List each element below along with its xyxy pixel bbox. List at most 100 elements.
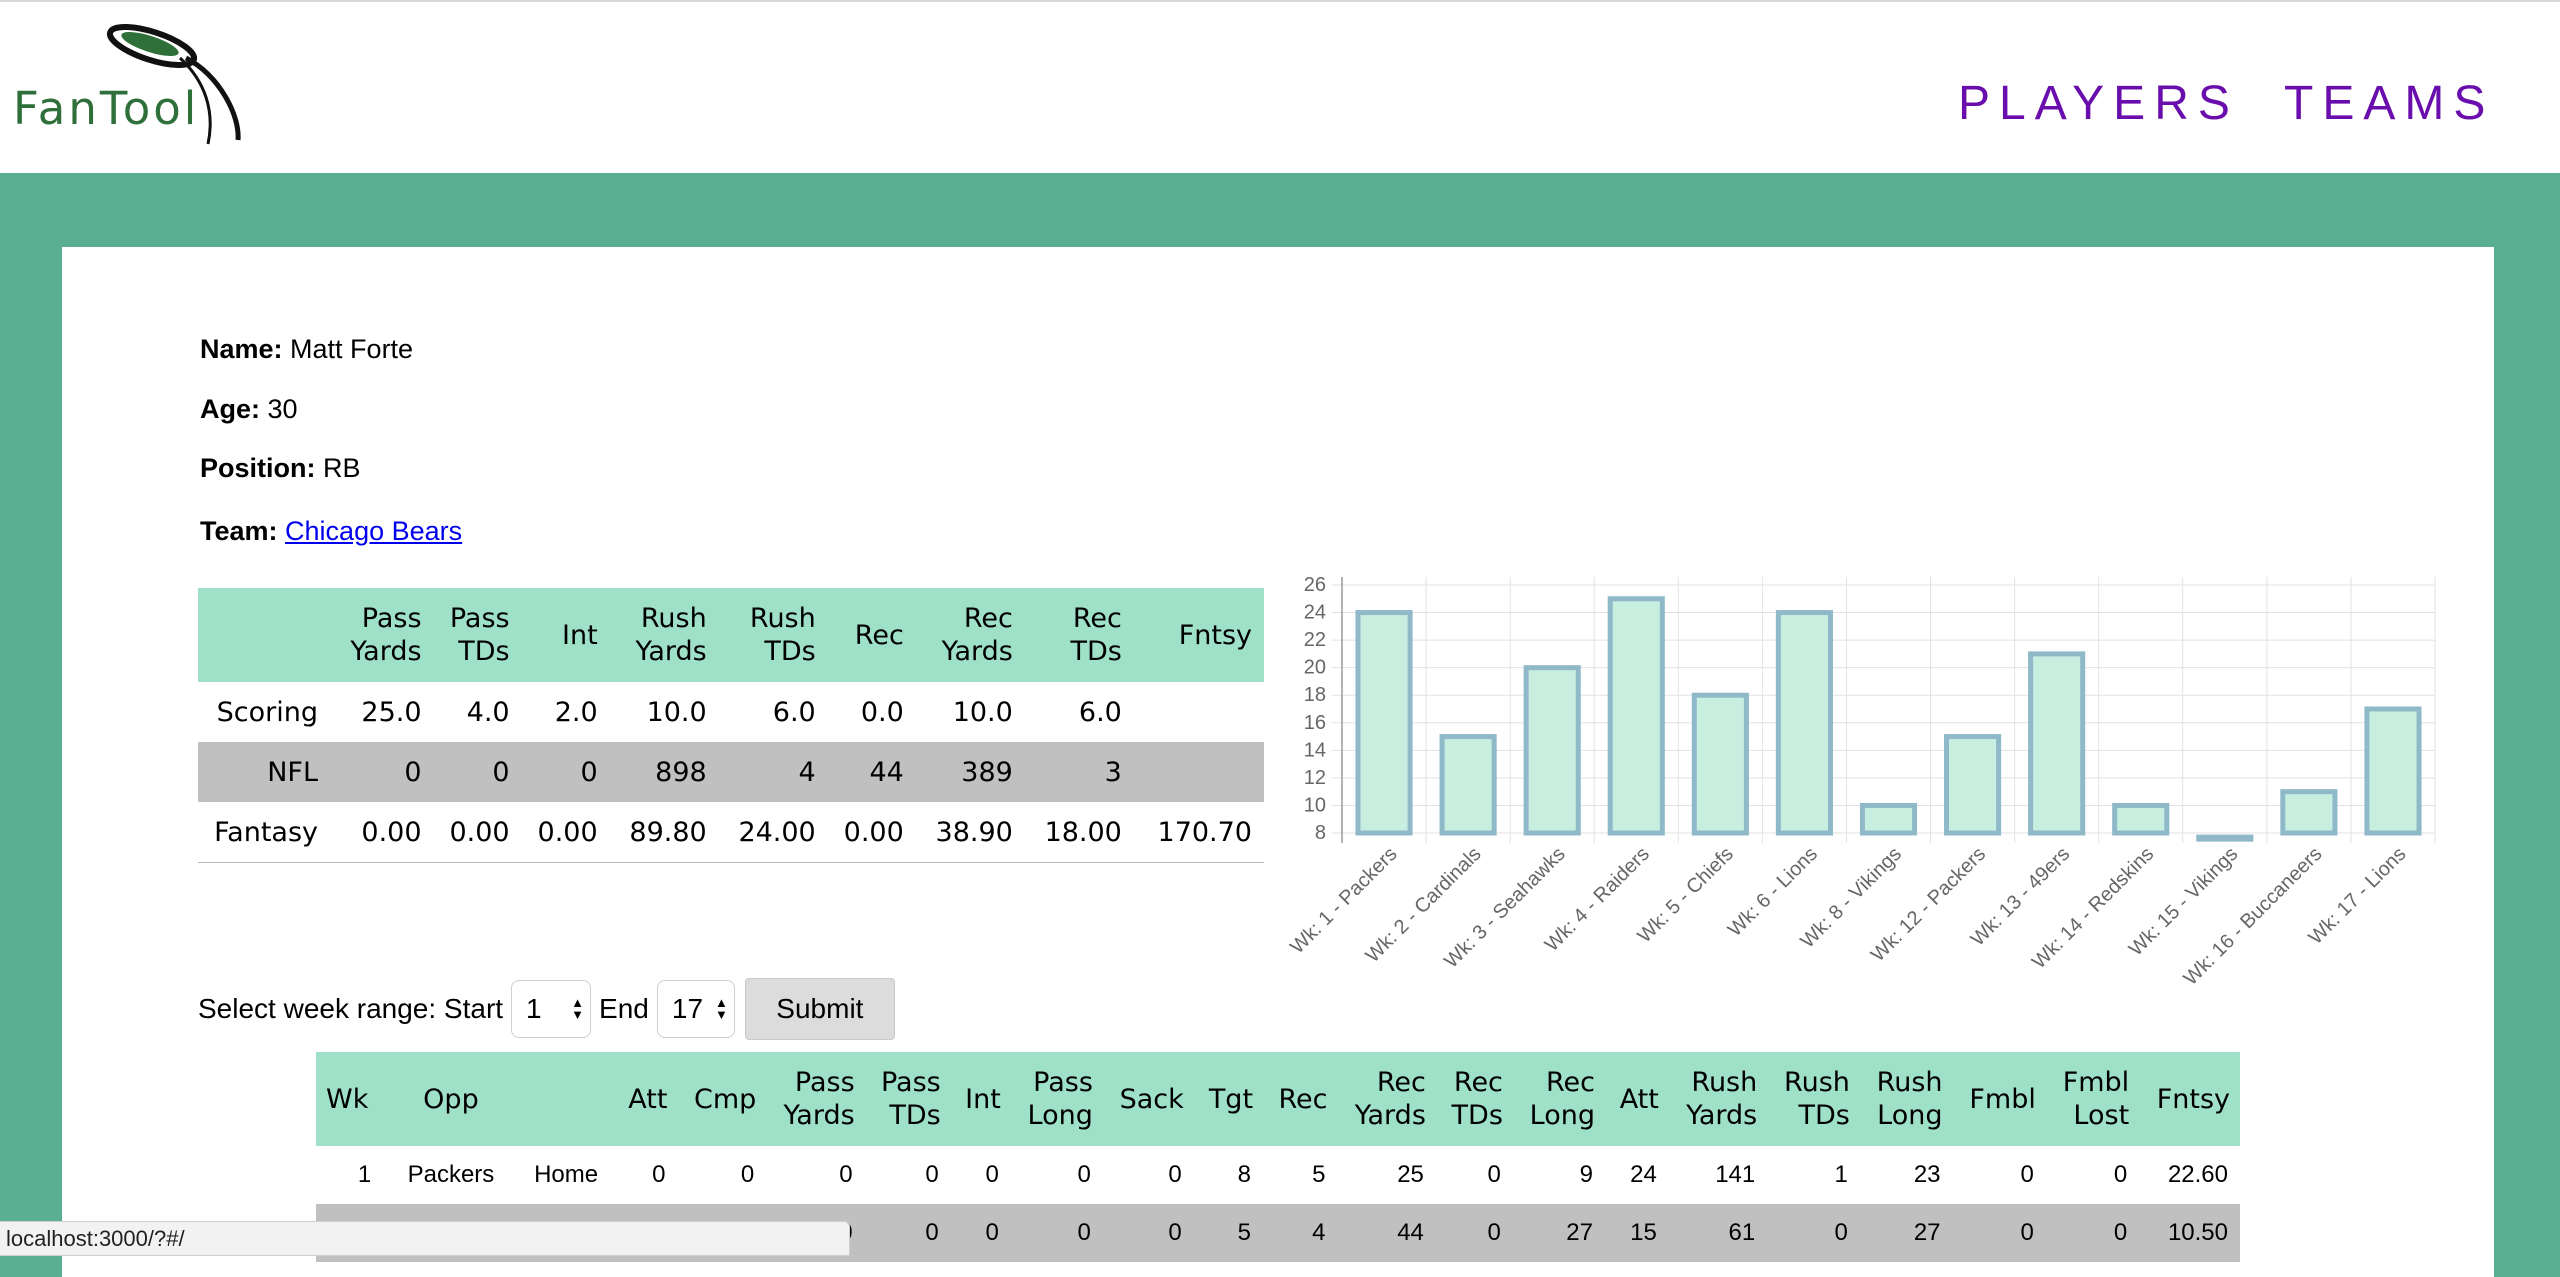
summary-cell: 2.0	[554, 696, 598, 728]
weekly-header-cell: Rec Yards	[1337, 1052, 1436, 1146]
chart-bar[interactable]	[2280, 789, 2338, 836]
summary-header-row: Pass Yards Pass TDs Int Rush Yards Rush TDs …	[198, 588, 1264, 682]
chart-bar[interactable]	[1691, 692, 1749, 836]
summary-header-cell: Int	[521, 588, 610, 682]
weekly-header-cell: Rec	[1263, 1052, 1338, 1146]
weekly-cell: 0	[1487, 1161, 1501, 1188]
weekly-cell: 0	[864, 1204, 951, 1262]
weekly-header-cell: Rush Yards	[1668, 1052, 1768, 1146]
chart-bar[interactable]	[2028, 651, 2086, 836]
start-week-value: 1	[526, 993, 542, 1024]
weekly-cell: 0	[2113, 1161, 2128, 1188]
summary-header-cell	[198, 588, 332, 682]
summary-cell: 24.00	[718, 802, 828, 863]
chart-bar[interactable]	[1859, 802, 1918, 836]
summary-cell: 25.0	[361, 696, 422, 728]
week-range-form: Select week range: Start 1 ▲ ▼ End 17 ▲ ▼ …	[198, 978, 895, 1040]
weekly-cell: 23	[1913, 1161, 1941, 1188]
weekly-cell: 0	[1168, 1161, 1182, 1188]
y-tick-label: 16	[1304, 712, 1326, 734]
select-arrows-icon: ▲ ▼	[571, 995, 585, 1022]
weekly-header-cell: Att	[613, 1052, 678, 1146]
nav-players-link[interactable]: PLAYERS	[1958, 76, 2239, 131]
team-link[interactable]: Chicago Bears	[285, 516, 462, 546]
end-week-value: 17	[671, 993, 704, 1024]
chart-bar[interactable]	[2196, 834, 2254, 842]
summary-cell: 0.0	[860, 696, 904, 728]
weekly-header-cell: Pass TDs	[864, 1052, 951, 1146]
weekly-cell: 0	[1952, 1204, 2046, 1262]
weekly-header-cell: Wk	[316, 1052, 384, 1146]
summary-cell: 0.00	[827, 802, 916, 863]
range-start-label: Select week range: Start	[198, 993, 504, 1024]
summary-cell: 44	[827, 742, 916, 802]
summary-cell: 0.00	[433, 802, 522, 863]
summary-cell: 0	[433, 742, 522, 802]
player-age-row: Age: 30	[200, 394, 298, 425]
chart-bar[interactable]	[2364, 706, 2422, 836]
browser-status-bar: localhost:3000/?#/	[0, 1221, 850, 1256]
chart-bar[interactable]	[1944, 734, 2002, 836]
summary-cell: 4.0	[466, 696, 510, 728]
summary-cell	[1134, 682, 1264, 742]
y-tick-label: 24	[1304, 602, 1326, 624]
weekly-header-cell: Tgt	[1193, 1052, 1264, 1146]
summary-cell: 0	[521, 742, 610, 802]
weekly-fantasy-bar-chart: 2624222018161412108Wk: 1 - PackersWk: 2 …	[1286, 574, 2436, 990]
weekly-cell: 25	[1397, 1161, 1424, 1188]
weekly-cell: 4	[1263, 1204, 1338, 1262]
weekly-header-cell: Fmbl Lost	[2045, 1052, 2140, 1146]
weekly-header-cell: Rush TDs	[1767, 1052, 1860, 1146]
weekly-cell: 0	[1435, 1204, 1513, 1262]
submit-button[interactable]: Submit	[744, 978, 895, 1040]
chart-bar[interactable]	[1355, 610, 1413, 836]
weekly-header-cell: Rec TDs	[1435, 1052, 1513, 1146]
weekly-header-row: Wk Opp Att Cmp Pass Yards Pass TDs Int Pass Long Sa…	[316, 1052, 2240, 1146]
weekly-cell: 27	[1512, 1204, 1605, 1262]
y-tick-label: 18	[1304, 684, 1326, 706]
player-team-row: Team: Chicago Bears	[200, 516, 462, 547]
team-label: Team:	[200, 516, 278, 546]
summary-cell: 38.90	[915, 802, 1025, 863]
start-week-select[interactable]: 1 ▲ ▼	[511, 980, 592, 1038]
weekly-cell: 1	[1834, 1161, 1848, 1188]
chart-bar[interactable]	[2112, 802, 2170, 836]
weekly-cell: 0	[2020, 1161, 2034, 1188]
season-summary-table: Pass Yards Pass TDs Int Rush Yards Rush TDs …	[198, 588, 1264, 863]
summary-row: NFL 0 0 0 898 4 44 389 3	[198, 742, 1264, 802]
weekly-header-cell: Pass Long	[1010, 1052, 1103, 1146]
weekly-header-cell: Opp	[383, 1052, 519, 1146]
chart-bar[interactable]	[1775, 610, 1833, 836]
player-name-row: Name: Matt Forte	[200, 334, 413, 365]
weekly-cell: 0	[740, 1161, 755, 1188]
player-name: Matt Forte	[290, 334, 414, 364]
summary-cell: 3	[1024, 742, 1134, 802]
age-label: Age:	[200, 394, 260, 424]
chart-bar[interactable]	[1523, 665, 1581, 836]
weekly-cell: 27	[1859, 1204, 1953, 1262]
weekly-cell: 0	[925, 1161, 939, 1188]
summary-cell: 6.0	[772, 696, 816, 728]
nav-teams-link[interactable]: TEAMS	[2284, 76, 2494, 131]
weekly-cell: 0	[1077, 1161, 1091, 1188]
summary-row-label: Fantasy	[198, 802, 332, 863]
weekly-cell: 8	[1237, 1161, 1252, 1188]
chart-bar[interactable]	[1439, 734, 1497, 836]
weekly-cell: 0	[652, 1161, 666, 1188]
y-tick-label: 22	[1304, 629, 1326, 651]
summary-header-cell: Rush Yards	[609, 588, 719, 682]
weekly-cell: 0	[1767, 1204, 1860, 1262]
summary-row-label: NFL	[198, 742, 332, 802]
summary-cell: 10.0	[646, 696, 707, 728]
summary-header-cell: Fntsy	[1133, 588, 1264, 682]
chart-bar[interactable]	[1607, 596, 1665, 836]
fantool-logo[interactable]: FanTool	[10, 16, 250, 148]
weekly-header-cell: Fmbl	[1952, 1052, 2046, 1146]
weekly-cell: 61	[1668, 1204, 1768, 1262]
weekly-cell: 5	[1193, 1204, 1264, 1262]
end-week-select[interactable]: 17 ▲ ▼	[656, 980, 735, 1038]
select-arrows-icon: ▲ ▼	[715, 995, 728, 1022]
summary-cell: 18.00	[1024, 802, 1134, 863]
y-tick-label: 14	[1304, 739, 1326, 761]
weekly-cell: 0	[1102, 1204, 1194, 1262]
